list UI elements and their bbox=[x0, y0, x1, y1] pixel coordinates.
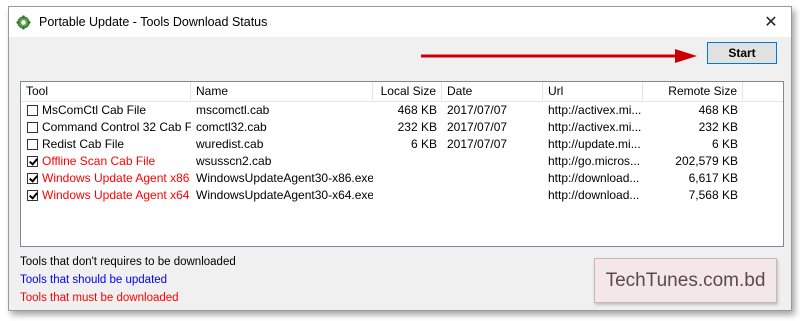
cell-url: http://activex.mi... bbox=[548, 103, 642, 117]
cell-name: wuredist.cab bbox=[196, 137, 264, 151]
cell-local-size: 6 KB bbox=[410, 137, 437, 151]
table-row[interactable]: Windows Update Agent x64 WindowsUpdateAg… bbox=[21, 187, 783, 204]
watermark: TechTunes.com.bd bbox=[594, 258, 777, 303]
cell-name: mscomctl.cab bbox=[196, 103, 270, 117]
cell-date bbox=[442, 153, 543, 170]
cell-remote-size: 7,568 KB bbox=[688, 188, 738, 202]
table-row[interactable]: Redist Cab File wuredist.cab 6 KB 2017/0… bbox=[21, 136, 783, 153]
cell-date: 2017/07/07 bbox=[447, 103, 508, 117]
cell-url: http://update.mi... bbox=[548, 137, 641, 151]
column-header-local-size[interactable]: Local Size bbox=[373, 82, 442, 101]
table-row[interactable]: Command Control 32 Cab File comctl32.cab… bbox=[21, 119, 783, 136]
close-icon: ✕ bbox=[764, 14, 778, 31]
cell-remote-size: 468 KB bbox=[698, 103, 738, 117]
column-header-tool[interactable]: Tool bbox=[21, 82, 191, 101]
cell-name: WindowsUpdateAgent30-x86.exe bbox=[196, 171, 373, 185]
cell-date bbox=[442, 187, 543, 204]
cell-remote-size: 232 KB bbox=[698, 120, 738, 134]
cell-tool: Redist Cab File bbox=[42, 137, 125, 151]
table-row[interactable]: Offline Scan Cab File wsusscn2.cab http:… bbox=[21, 153, 783, 170]
legend-no-download: Tools that don't requires to be download… bbox=[20, 256, 236, 268]
legend-must-download: Tools that must be downloaded bbox=[20, 292, 179, 304]
legend-should-update: Tools that should be updated bbox=[20, 274, 168, 286]
title-bar: Portable Update - Tools Download Status … bbox=[9, 7, 791, 37]
list-header: Tool Name Local Size Date Url Remote Siz… bbox=[21, 82, 783, 102]
tools-list-view[interactable]: Tool Name Local Size Date Url Remote Siz… bbox=[20, 81, 784, 247]
table-row[interactable]: Windows Update Agent x86 WindowsUpdateAg… bbox=[21, 170, 783, 187]
cell-url: http://go.micros... bbox=[548, 154, 641, 168]
cell-tool: Command Control 32 Cab File bbox=[42, 120, 191, 134]
cell-name: comctl32.cab bbox=[196, 120, 267, 134]
app-window: Portable Update - Tools Download Status … bbox=[8, 6, 792, 311]
cell-url: http://activex.mi... bbox=[548, 120, 642, 134]
column-header-date[interactable]: Date bbox=[442, 82, 543, 101]
portable-update-gear-icon bbox=[16, 15, 31, 30]
cell-local-size bbox=[373, 153, 442, 170]
column-header-name[interactable]: Name bbox=[191, 82, 373, 101]
window-title: Portable Update - Tools Download Status bbox=[39, 15, 268, 29]
cell-url: http://download... bbox=[548, 188, 640, 202]
cell-tool: Windows Update Agent x64 bbox=[42, 188, 190, 202]
red-arrow-annotation bbox=[421, 49, 697, 63]
cell-date bbox=[442, 170, 543, 187]
cell-tool: Windows Update Agent x86 bbox=[42, 171, 190, 185]
cell-remote-size: 6 KB bbox=[711, 137, 738, 151]
cell-name: WindowsUpdateAgent30-x64.exe bbox=[196, 188, 373, 202]
column-header-remote-size[interactable]: Remote Size bbox=[643, 82, 743, 101]
cell-remote-size: 6,617 KB bbox=[688, 171, 738, 185]
cell-remote-size: 202,579 KB bbox=[675, 154, 738, 168]
column-header-filler bbox=[743, 82, 783, 101]
cell-tool: Offline Scan Cab File bbox=[42, 154, 156, 168]
column-header-url[interactable]: Url bbox=[543, 82, 643, 101]
close-button[interactable]: ✕ bbox=[759, 11, 783, 33]
cell-url: http://download... bbox=[548, 171, 640, 185]
cell-date: 2017/07/07 bbox=[447, 137, 508, 151]
cell-local-size: 468 KB bbox=[397, 103, 437, 117]
cell-tool: MsComCtl Cab File bbox=[42, 103, 147, 117]
table-row[interactable]: MsComCtl Cab File mscomctl.cab 468 KB 20… bbox=[21, 102, 783, 119]
cell-date: 2017/07/07 bbox=[447, 120, 508, 134]
cell-local-size bbox=[373, 187, 442, 204]
cell-local-size: 232 KB bbox=[397, 120, 437, 134]
start-button[interactable]: Start bbox=[707, 42, 777, 64]
cell-name: wsusscn2.cab bbox=[196, 154, 272, 168]
cell-local-size bbox=[373, 170, 442, 187]
